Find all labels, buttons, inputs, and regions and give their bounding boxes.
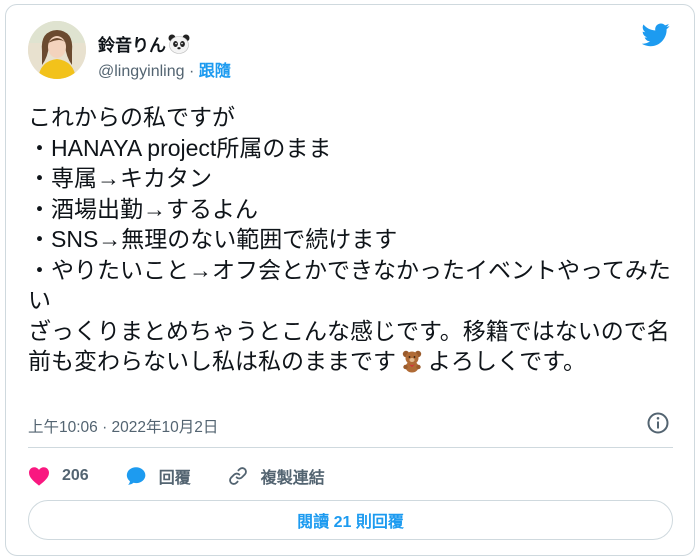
like-count: 206 bbox=[62, 467, 89, 484]
tweet-line: ・HANAYA project所属のまま bbox=[28, 134, 332, 161]
display-name-text: 鈴音りん bbox=[98, 36, 166, 55]
reply-bubble-icon bbox=[126, 467, 146, 485]
like-button[interactable]: 206 bbox=[28, 466, 89, 486]
link-icon bbox=[228, 467, 247, 485]
copy-link-button[interactable]: 複製連結 bbox=[227, 464, 325, 488]
timestamp[interactable]: 上午10:06 · 2022年10月2日 bbox=[28, 415, 218, 437]
avatar[interactable] bbox=[28, 21, 86, 79]
read-replies-button[interactable]: 閱讀 21 則回覆 bbox=[28, 500, 673, 540]
divider bbox=[28, 447, 673, 448]
read-replies-label: 閱讀 21 則回覆 bbox=[297, 514, 404, 531]
tweet-line: ・SNS→無理のない範囲で続けます bbox=[28, 226, 398, 252]
tweet-closing-end: よろしくです。 bbox=[428, 348, 587, 374]
teddy-bear-emoji-icon bbox=[402, 350, 422, 373]
action-bar: 206 回覆 複製連結 bbox=[28, 463, 361, 489]
tweet-card: 鈴音りん @lingyinling · 跟隨 これからの私ですが・HANAYA … bbox=[5, 4, 695, 556]
tweet-text: これからの私ですが・HANAYA project所属のまま ・専属→キカタン・酒場… bbox=[28, 102, 678, 377]
heart-icon bbox=[29, 467, 49, 486]
tweet-closing: ざっくりまとめちゃうとこんな感じです。移籍ではないので名前も変わらないし私は私の… bbox=[28, 316, 678, 377]
tweet-line: ・酒場出勤→するよん bbox=[28, 195, 258, 222]
reply-button[interactable]: 回覆 bbox=[125, 464, 191, 488]
info-icon[interactable] bbox=[646, 411, 670, 435]
handle-row: @lingyinling · 跟隨 bbox=[98, 57, 231, 81]
copy-link-label: 複製連結 bbox=[260, 470, 325, 487]
reply-label: 回覆 bbox=[158, 470, 191, 487]
tweet-line: これからの私ですが bbox=[28, 104, 235, 130]
twitter-bird-icon[interactable] bbox=[642, 23, 670, 47]
handle[interactable]: @lingyinling bbox=[98, 63, 185, 80]
separator: · bbox=[184, 63, 199, 80]
tweet-line: ・専属→キカタン bbox=[28, 165, 212, 191]
tweet-line: ・やりたいこと→オフ会とかできなかったイベントやってみたい bbox=[28, 256, 671, 314]
display-name[interactable]: 鈴音りん bbox=[98, 31, 190, 56]
follow-button[interactable]: 跟隨 bbox=[199, 63, 231, 80]
panda-emoji-icon bbox=[168, 34, 190, 54]
